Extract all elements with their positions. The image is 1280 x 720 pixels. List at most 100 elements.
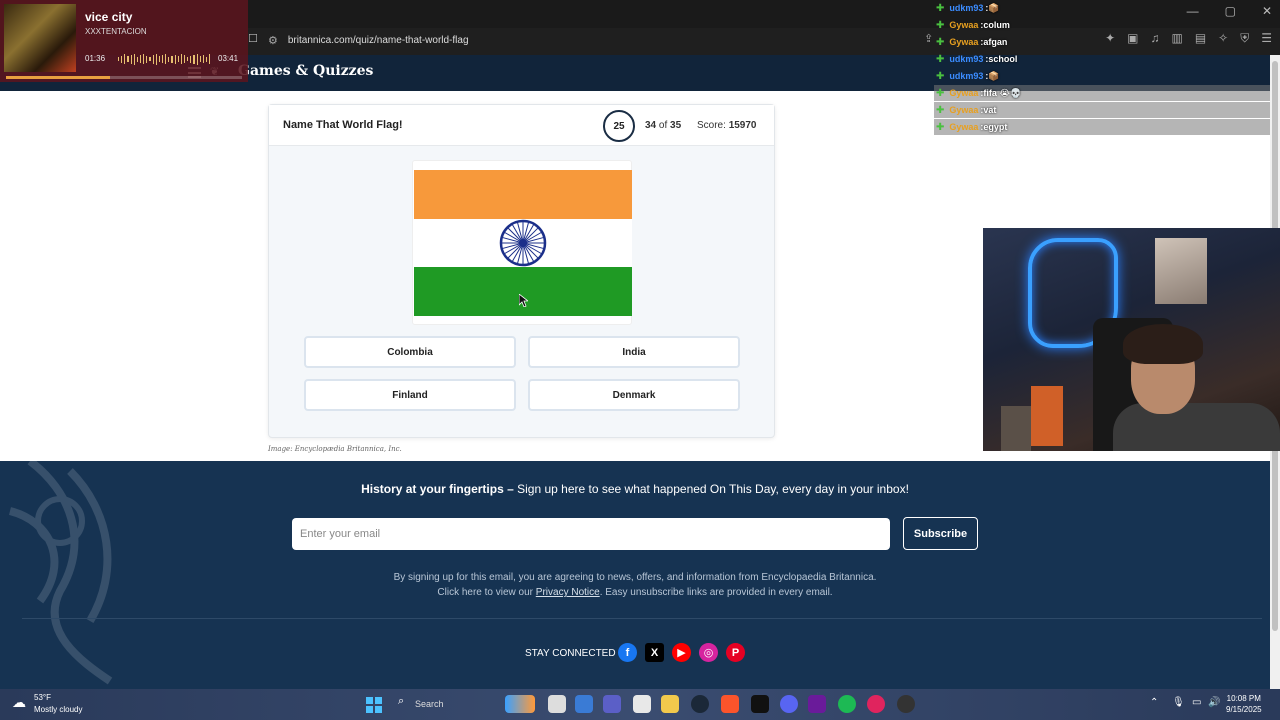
- microphone-icon[interactable]: 🎙: [1172, 697, 1185, 708]
- chat-badge-icon: ✚: [936, 36, 945, 48]
- obs-icon[interactable]: [897, 695, 915, 713]
- instagram-icon[interactable]: ◎: [699, 643, 718, 662]
- pinterest-icon[interactable]: P: [726, 643, 745, 662]
- quiz-timer: 25: [603, 110, 635, 142]
- spotify-icon[interactable]: [838, 695, 856, 713]
- answer-button[interactable]: Colombia: [304, 336, 516, 368]
- progress-of: of: [658, 120, 668, 131]
- copilot-icon[interactable]: [575, 695, 593, 713]
- wall-poster: [1155, 238, 1207, 304]
- legal-line-2-post: . Easy unsubscribe links are provided in…: [599, 587, 833, 598]
- media-player-icon[interactable]: [867, 695, 885, 713]
- webcam-feed: [983, 228, 1280, 451]
- waveform-bar: [190, 55, 192, 63]
- music-overlay: vice city XXXTENTACION 01:36 03:41: [0, 0, 248, 82]
- waveform-bar: [174, 54, 176, 64]
- site-info-icon[interactable]: ⚙: [268, 34, 278, 47]
- chat-username: Gywaa: [949, 105, 979, 115]
- terminal-icon[interactable]: [751, 695, 769, 713]
- waveform-bar: [171, 55, 173, 63]
- waveform-bar: [187, 57, 189, 61]
- weather-temp[interactable]: 53°F: [34, 693, 51, 702]
- url-text[interactable]: britannica.com/quiz/name-that-world-flag: [288, 35, 469, 46]
- image-credit: Image: Encyclopædia Britannica, Inc.: [268, 445, 402, 453]
- chat-text: egypt: [983, 122, 1008, 132]
- weather-desc[interactable]: Mostly cloudy: [34, 705, 82, 714]
- network-icon[interactable]: ▭: [1192, 697, 1201, 708]
- discord-icon[interactable]: [780, 695, 798, 713]
- x-icon[interactable]: X: [645, 643, 664, 662]
- chat-username: udkm93: [949, 71, 984, 81]
- chat-username: udkm93: [949, 54, 984, 64]
- waveform-bar: [158, 56, 160, 62]
- youtube-icon[interactable]: ▶: [672, 643, 691, 662]
- tray-chevron-icon[interactable]: ⌃: [1150, 697, 1158, 708]
- chat-text: vat: [983, 105, 997, 115]
- chat-text: afgan: [983, 37, 1008, 47]
- chat-badge-icon: ✚: [936, 70, 945, 82]
- track-progress-fill: [6, 76, 110, 79]
- steam-icon[interactable]: [691, 695, 709, 713]
- waveform-bar: [161, 55, 164, 63]
- waveform-bar: [130, 54, 132, 64]
- mouse-cursor-icon: [519, 294, 528, 307]
- share-icon[interactable]: ⇪: [924, 32, 933, 45]
- quiz-score: Score: 15970: [697, 120, 757, 131]
- next-app-icon[interactable]: [808, 695, 826, 713]
- taskbar-search[interactable]: Search: [415, 699, 444, 709]
- chat-badge-icon: ✚: [936, 53, 945, 65]
- waveform-bar: [180, 54, 182, 64]
- chat-message: ✚ Gywaa : egypt: [934, 119, 1270, 135]
- stay-connected-label: STAY CONNECTED: [525, 648, 616, 659]
- waveform-bar: [209, 54, 211, 64]
- waveform-bar: [121, 55, 123, 63]
- waveform-bar: [118, 57, 120, 61]
- search-icon[interactable]: ⌕: [398, 695, 404, 708]
- legal-line-1: By signing up for this email, you are ag…: [393, 572, 877, 583]
- waveform-bar: [177, 56, 179, 62]
- promo-bold: History at your fingertips –: [361, 482, 514, 496]
- ashoka-chakra-icon: [499, 219, 547, 267]
- legal-line-2-pre: Click here to view our: [437, 587, 536, 598]
- subscribe-button[interactable]: Subscribe: [903, 517, 978, 550]
- clock-time: 10:08 PM: [1226, 694, 1261, 703]
- waveform-bar: [155, 53, 157, 65]
- waveform-bar: [139, 55, 142, 63]
- waveform-bar: [136, 56, 138, 62]
- stream-chat-overlay: ✚ udkm93 : 📦 ✚ Gywaa : colum ✚ Gywaa : afgan ✚…: [934, 0, 1270, 135]
- privacy-notice-link[interactable]: Privacy Notice: [536, 587, 600, 598]
- address-bar[interactable]: ⚙ britannica.com/quiz/name-that-world-fl…: [268, 30, 928, 50]
- chat-text: 📦: [988, 2, 1000, 13]
- windows-start-icon[interactable]: [366, 697, 382, 713]
- waveform-bar: [127, 56, 129, 62]
- teams-icon[interactable]: [603, 695, 621, 713]
- store-icon[interactable]: [633, 695, 651, 713]
- site-title[interactable]: Games & Quizzes: [238, 63, 373, 79]
- volume-icon[interactable]: 🔊: [1208, 697, 1220, 708]
- facebook-icon[interactable]: f: [618, 643, 637, 662]
- answer-button[interactable]: Denmark: [528, 379, 740, 411]
- waveform-bar: [193, 54, 195, 64]
- waveform-bar: [133, 53, 135, 65]
- file-explorer-icon[interactable]: [661, 695, 679, 713]
- chat-message: ✚ Gywaa : fifa 😭💀: [934, 85, 1270, 101]
- chat-badge-icon: ✚: [936, 87, 945, 99]
- footer-divider: [22, 618, 1262, 619]
- waveform-bar: [152, 54, 154, 64]
- chat-badge-icon: ✚: [936, 19, 945, 31]
- chakra-hub: [519, 239, 527, 247]
- search-highlight-icon[interactable]: [505, 695, 535, 713]
- weather-cloud-icon[interactable]: ☁: [12, 694, 26, 711]
- email-input[interactable]: [292, 518, 890, 550]
- answer-button[interactable]: Finland: [304, 379, 516, 411]
- task-view-icon[interactable]: [548, 695, 566, 713]
- chat-message: ✚ udkm93 : school: [934, 51, 1270, 67]
- progress-total: 35: [670, 120, 682, 131]
- bookmark-icon[interactable]: ☐: [248, 32, 258, 45]
- brave-icon[interactable]: [721, 695, 739, 713]
- answer-button[interactable]: India: [528, 336, 740, 368]
- score-label: Score:: [697, 120, 726, 131]
- taskbar-clock[interactable]: 10:08 PM 9/15/2025: [1226, 693, 1262, 715]
- chat-message: ✚ Gywaa : afgan: [934, 34, 1270, 50]
- waveform-bar: [165, 54, 167, 64]
